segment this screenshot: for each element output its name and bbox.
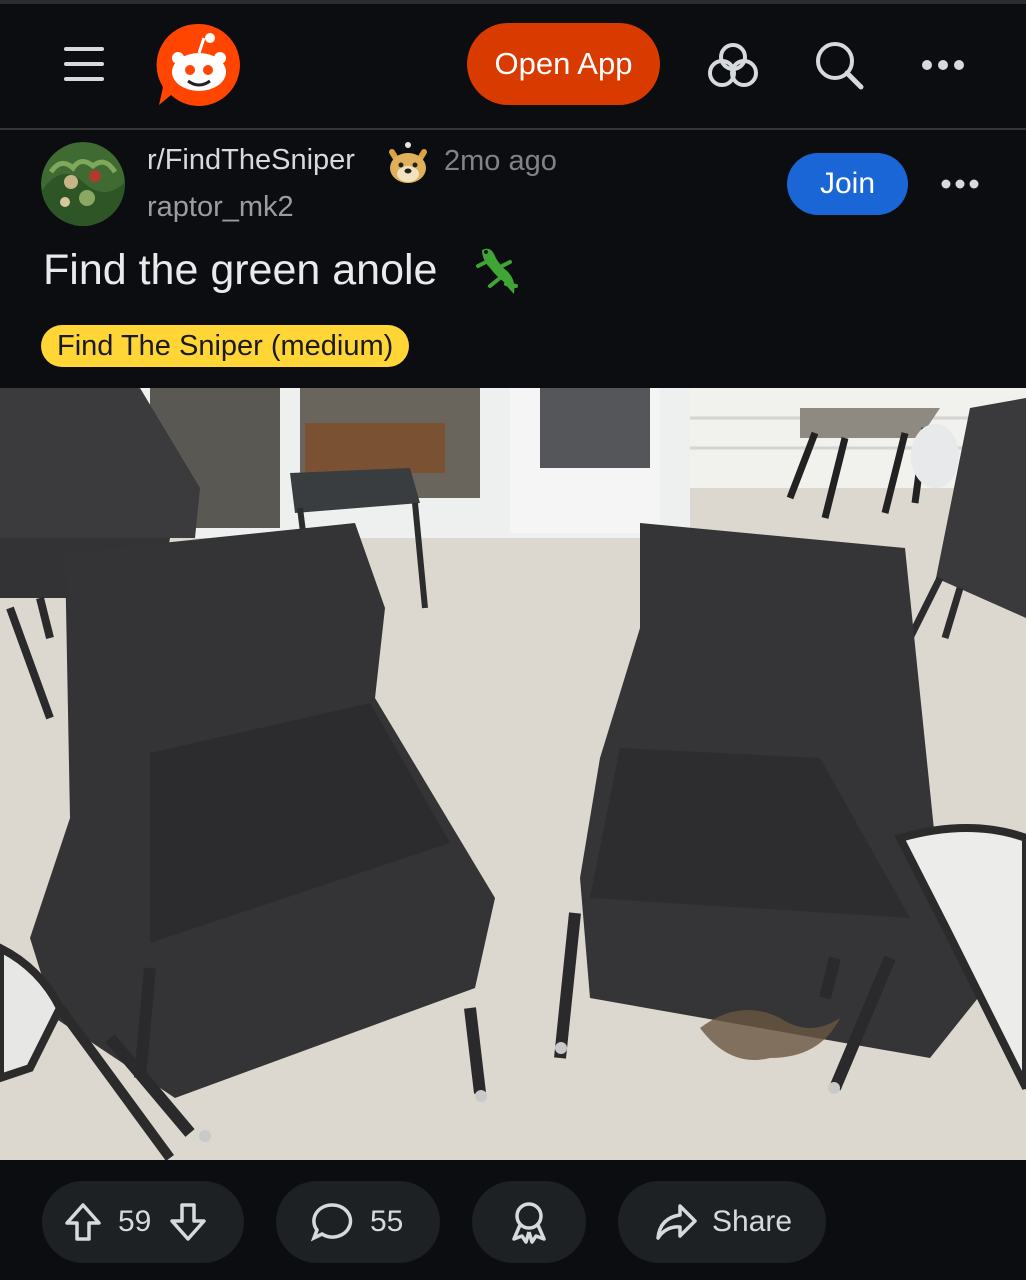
share-button[interactable]: Share xyxy=(618,1181,826,1263)
top-navigation-bar: Open App xyxy=(0,0,1026,130)
achievements-icon[interactable] xyxy=(707,40,759,90)
open-app-button[interactable]: Open App xyxy=(467,23,660,105)
hamburger-menu-icon[interactable] xyxy=(58,40,110,88)
doge-badge-icon xyxy=(386,140,430,186)
post-author[interactable]: raptor_mk2 xyxy=(147,191,294,224)
search-icon[interactable] xyxy=(812,38,866,92)
status-strip xyxy=(0,0,1026,4)
post-time: 2mo ago xyxy=(444,145,557,177)
patio-chairs-photo xyxy=(0,388,1026,1160)
vote-pill: 59 xyxy=(42,1181,244,1263)
subreddit-avatar[interactable] xyxy=(41,142,125,226)
join-button[interactable]: Join xyxy=(787,153,908,215)
share-icon xyxy=(654,1202,698,1242)
upvote-icon[interactable] xyxy=(62,1201,104,1243)
post-flair[interactable]: Find The Sniper (medium) xyxy=(41,325,410,367)
comment-count: 55 xyxy=(370,1205,404,1238)
post-more-options-icon[interactable] xyxy=(932,166,988,202)
more-options-icon[interactable] xyxy=(916,50,970,80)
vote-count: 59 xyxy=(118,1205,152,1238)
post-image[interactable] xyxy=(0,388,1026,1160)
reddit-logo-icon[interactable] xyxy=(154,20,244,110)
share-label: Share xyxy=(712,1205,793,1238)
post-title[interactable]: Find the green anole xyxy=(43,246,437,295)
award-button[interactable] xyxy=(472,1181,586,1263)
comments-button[interactable]: 55 xyxy=(276,1181,440,1263)
downvote-icon[interactable] xyxy=(167,1201,209,1243)
award-icon xyxy=(508,1200,550,1244)
comment-icon xyxy=(310,1201,354,1243)
lizard-emoji-icon xyxy=(472,244,520,300)
subreddit-name[interactable]: r/FindTheSniper xyxy=(147,144,355,177)
